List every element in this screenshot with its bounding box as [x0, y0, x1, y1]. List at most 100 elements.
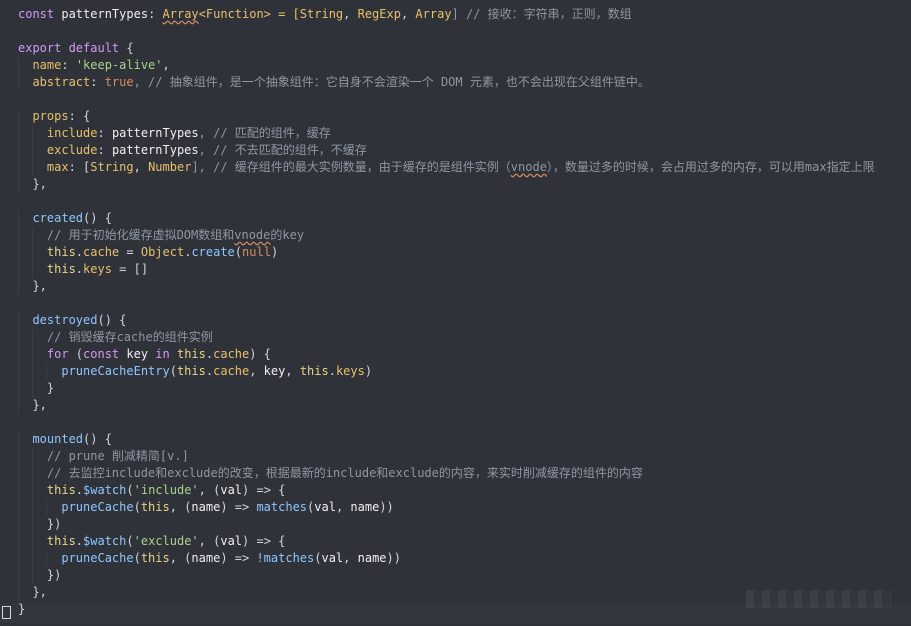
code-token: , (	[198, 534, 221, 548]
code-text[interactable]: // 用于初始化缓存虚拟DOM数组和vnode的key	[18, 227, 304, 244]
code-text[interactable]: name: 'keep-alive',	[18, 57, 169, 74]
code-text[interactable]: pruneCache(this, (name) => matches(val, …	[18, 499, 393, 516]
code-text[interactable]: for (const key in this.cache) {	[18, 346, 271, 363]
code-token: pruneCache	[18, 551, 134, 565]
code-token: :	[90, 75, 105, 89]
code-token: !matches	[256, 551, 315, 565]
code-line[interactable]: name: 'keep-alive',	[0, 57, 911, 74]
code-token: matches	[256, 500, 308, 514]
code-line[interactable]: props: {	[0, 108, 911, 125]
code-line[interactable]	[0, 23, 911, 40]
code-token: :	[148, 7, 163, 21]
code-editor[interactable]: const patternTypes: Array<Function> = [S…	[0, 0, 911, 626]
code-token: =	[119, 245, 141, 259]
code-token: abstract	[18, 75, 91, 89]
code-token: mounted	[18, 432, 84, 446]
code-line[interactable]: pruneCache(this, (name) => !matches(val,…	[0, 550, 911, 567]
code-text[interactable]: this.$watch('exclude', (val) => {	[18, 533, 286, 550]
code-line[interactable]: abstract: true, // 抽象组件，是一个抽象组件：它自身不会渲染一…	[0, 74, 911, 91]
code-line[interactable]: const patternTypes: Array<Function> = [S…	[0, 6, 911, 23]
code-line[interactable]: this.$watch('exclude', (val) => {	[0, 533, 911, 550]
code-text[interactable]: },	[18, 584, 46, 601]
code-line[interactable]: for (const key in this.cache) {	[0, 346, 911, 363]
code-token: const	[83, 347, 127, 361]
code-token: // prune 削减精简[v.]	[18, 449, 189, 463]
code-text[interactable]: this.$watch('include', (val) => {	[18, 482, 286, 499]
code-text[interactable]: props: {	[18, 108, 90, 125]
code-token: , (	[169, 500, 192, 514]
code-line[interactable]: },	[0, 176, 911, 193]
code-line[interactable]: // 用于初始化缓存虚拟DOM数组和vnode的key	[0, 227, 911, 244]
code-line[interactable]: // prune 削减精简[v.]	[0, 448, 911, 465]
code-token: ] // 接收：字符串，正则，数组	[451, 7, 632, 21]
code-line[interactable]: this.$watch('include', (val) => {	[0, 482, 911, 499]
code-text[interactable]: },	[18, 176, 46, 193]
code-text[interactable]: }	[18, 380, 54, 397]
code-token: :	[61, 58, 76, 72]
code-line[interactable]: this.cache = Object.create(null)	[0, 244, 911, 261]
code-token: , (	[198, 483, 221, 497]
code-line[interactable]: })	[0, 516, 911, 533]
code-token: pruneCacheEntry	[18, 364, 170, 378]
code-text[interactable]: },	[18, 397, 46, 414]
code-line[interactable]: destroyed() {	[0, 312, 911, 329]
code-token: val	[314, 500, 336, 514]
code-token: 的key	[270, 228, 305, 242]
code-token: this	[176, 347, 206, 361]
code-text[interactable]: pruneCacheEntry(this.cache, key, this.ke…	[18, 363, 372, 380]
code-line[interactable]: // 去监控include和exclude的改变，根据最新的include和ex…	[0, 465, 911, 482]
code-line[interactable]	[0, 295, 911, 312]
code-text[interactable]: // prune 削减精简[v.]	[18, 448, 189, 465]
code-text[interactable]: max: [String, Number], // 缓存组件的最大实例数量，由于…	[18, 159, 875, 176]
code-token: // 去监控include和exclude的改变，根据最新的include和ex…	[18, 466, 643, 480]
code-line[interactable]: },	[0, 278, 911, 295]
code-text[interactable]: this.keys = []	[18, 261, 148, 278]
code-line[interactable]: })	[0, 567, 911, 584]
code-text[interactable]: })	[18, 516, 61, 533]
code-token: (	[133, 551, 141, 565]
code-token: $watch	[83, 534, 127, 548]
code-line[interactable]: mounted() {	[0, 431, 911, 448]
code-line[interactable]: max: [String, Number], // 缓存组件的最大实例数量，由于…	[0, 159, 911, 176]
code-token: : [	[68, 160, 91, 174]
code-token: exclude	[18, 143, 98, 157]
code-token: .	[75, 483, 84, 497]
code-token: this	[140, 551, 170, 565]
code-text[interactable]: pruneCache(this, (name) => !matches(val,…	[18, 550, 401, 567]
code-token: .	[75, 262, 84, 276]
code-token: String	[90, 160, 134, 174]
code-text[interactable]: // 销毁缓存cache的组件实例	[18, 329, 213, 346]
code-text[interactable]: exclude: patternTypes, // 不去匹配的组件，不缓存	[18, 142, 367, 159]
code-text[interactable]: mounted() {	[18, 431, 112, 448]
code-token: Object	[140, 245, 185, 259]
code-text[interactable]: // 去监控include和exclude的改变，根据最新的include和ex…	[18, 465, 643, 482]
code-line[interactable]: exclude: patternTypes, // 不去匹配的组件，不缓存	[0, 142, 911, 159]
code-text[interactable]: })	[18, 567, 61, 584]
code-text[interactable]: created() {	[18, 210, 112, 227]
code-token: () {	[83, 432, 112, 446]
code-line[interactable]: }	[0, 380, 911, 397]
code-line[interactable]: include: patternTypes, // 匹配的组件，缓存	[0, 125, 911, 142]
code-line[interactable]: export default {	[0, 40, 911, 57]
code-text[interactable]: export default {	[18, 40, 134, 57]
code-line[interactable]: // 销毁缓存cache的组件实例	[0, 329, 911, 346]
code-line[interactable]: created() {	[0, 210, 911, 227]
code-text[interactable]: this.cache = Object.create(null)	[18, 244, 278, 261]
code-line[interactable]: this.keys = []	[0, 261, 911, 278]
code-text[interactable]: },	[18, 278, 46, 295]
code-line[interactable]	[0, 193, 911, 210]
code-token: , // 不去匹配的组件，不缓存	[198, 143, 367, 157]
code-text[interactable]: const patternTypes: Array<Function> = [S…	[18, 6, 632, 23]
code-line[interactable]: pruneCache(this, (name) => matches(val, …	[0, 499, 911, 516]
code-token: key	[263, 364, 286, 378]
code-line[interactable]	[0, 91, 911, 108]
code-line[interactable]: pruneCacheEntry(this.cache, key, this.ke…	[0, 363, 911, 380]
code-text[interactable]: abstract: true, // 抽象组件，是一个抽象组件：它自身不会渲染一…	[18, 74, 649, 91]
code-text[interactable]: }	[18, 601, 25, 618]
code-line[interactable]: },	[0, 397, 911, 414]
code-line[interactable]	[0, 414, 911, 431]
code-token: (	[169, 364, 177, 378]
code-text[interactable]: include: patternTypes, // 匹配的组件，缓存	[18, 125, 331, 142]
code-text[interactable]: destroyed() {	[18, 312, 126, 329]
code-token: () {	[83, 211, 112, 225]
